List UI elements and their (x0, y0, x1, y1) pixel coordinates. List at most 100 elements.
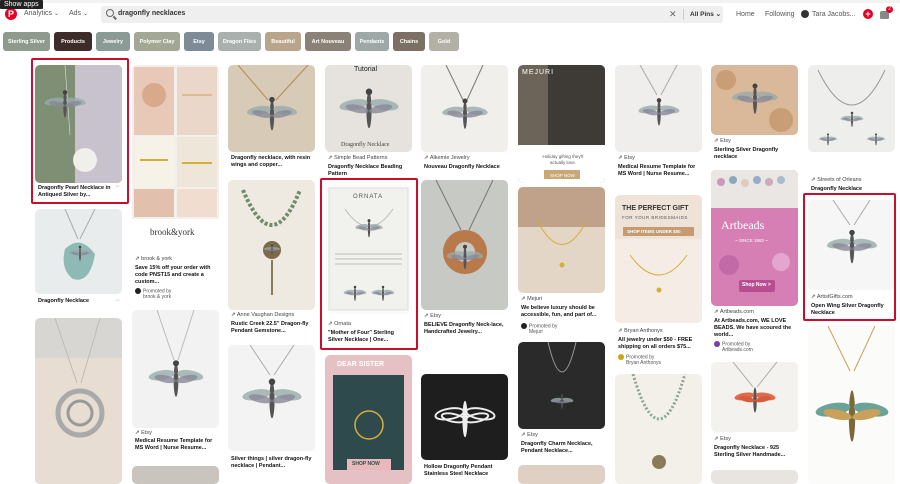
pin-title[interactable]: Sterling Silver Dragonfly necklace (714, 147, 796, 161)
guide-chip[interactable]: Art Nouveau (305, 32, 351, 51)
pin-image[interactable] (518, 342, 605, 429)
pin-image[interactable] (615, 374, 702, 484)
promoter-name[interactable]: brook & york (143, 294, 223, 301)
pin-image[interactable] (615, 65, 702, 152)
pin-source[interactable]: ⇗ Simple Bead Patterns (328, 155, 410, 162)
pin-source[interactable]: ⇗ Etsy (135, 430, 215, 437)
pin-image[interactable] (711, 65, 798, 135)
pin-image[interactable] (711, 362, 798, 432)
pin-image[interactable]: brook&york (132, 65, 219, 250)
pin-image[interactable] (518, 465, 605, 484)
highlight-box (320, 178, 418, 350)
guide-chip[interactable]: Beautiful (265, 32, 301, 51)
guide-chip[interactable]: Products (54, 32, 92, 51)
guide-chip[interactable]: Chains (393, 32, 425, 51)
highlight-box (31, 58, 129, 204)
pin-title[interactable]: Dragonfly Necklace - 925 Sterling Silver… (714, 445, 796, 459)
pin-source[interactable]: ⇗ Etsy (618, 155, 700, 162)
pin-image[interactable] (132, 466, 219, 484)
pin-image[interactable] (808, 326, 895, 484)
pin-title[interactable]: Rustic Creek 22.5" Dragon-fly Pendant Ge… (231, 321, 313, 335)
pin-title[interactable]: BELIEVE Dragonfly Neck-lace, Handcrafted… (424, 322, 506, 336)
pin-title[interactable]: Dragonfly Necklace Beading Pattern (328, 164, 410, 178)
pin-image[interactable] (711, 470, 798, 484)
pin-image[interactable] (228, 345, 315, 451)
pin-title[interactable]: Dragonfly Necklace (38, 298, 118, 305)
pin-title[interactable]: All jewelry under $50 - FREE shipping on… (618, 337, 700, 351)
analytics-menu[interactable]: Analytics ⌄ (24, 10, 59, 17)
pinterest-logo-icon[interactable]: P (5, 8, 17, 20)
pin-image[interactable] (421, 374, 508, 460)
pin-image[interactable]: Artbeads ~ SINCE 1993 ~ Shop Now > (711, 170, 798, 306)
search-bar[interactable]: dragonfly necklaces ✕ All Pins ⌄ (101, 6, 723, 23)
avatar (135, 288, 141, 294)
pin-title[interactable]: Hollow Dragonfly Pendant Stainless Steel… (424, 464, 506, 478)
pin-title[interactable]: Dragonfly necklace, with resin wings and… (231, 155, 313, 169)
guide-chip[interactable]: Polymer Clay (134, 32, 180, 51)
pin-title[interactable]: Medical Resume Template for MS Word | Nu… (135, 438, 217, 452)
pin-source[interactable]: ⇗ Etsy (714, 138, 796, 145)
pin-title[interactable]: We believe luxury should be accessible, … (521, 305, 603, 319)
charm-necklace-icon (518, 342, 605, 429)
pin-source[interactable]: ⇗ Etsy (521, 432, 603, 439)
promoter-name[interactable]: Artbeads.com (722, 347, 802, 354)
guide-chip[interactable]: Sterling Silver (3, 32, 50, 51)
pin-source[interactable]: ⇗ Alkemie Jewelry (424, 155, 506, 162)
promoter-name[interactable]: Mejuri (529, 329, 609, 336)
pin-source-label: Simple Bead Patterns (334, 155, 388, 161)
pin-image[interactable] (228, 65, 315, 152)
pin-image[interactable] (132, 310, 219, 428)
guide-chip[interactable]: Gold (429, 32, 459, 51)
pin-source[interactable]: ⇗ Streets of Orleans (811, 177, 893, 184)
pin-image[interactable]: DEAR SISTER SHOP NOW (325, 355, 412, 484)
guide-chip[interactable]: Etsy (184, 32, 214, 51)
pin-image[interactable] (421, 65, 508, 152)
pin-image[interactable] (35, 209, 122, 294)
dragonfly-icon (325, 65, 412, 152)
avatar (714, 341, 720, 347)
pin-image[interactable] (228, 180, 315, 310)
pin-source-label: Mejuri (527, 296, 543, 302)
search-divider (683, 9, 684, 20)
pin-image[interactable] (808, 65, 895, 152)
pin-title[interactable]: Dragonfly Charm Necklace, Pendant Neckla… (521, 441, 603, 455)
promoter-name[interactable]: Bryan Anthonys (626, 360, 706, 367)
pin-source[interactable]: ⇗ Mejuri (521, 296, 603, 303)
image-button-text: SHOP ITEMS UNDER $50 (627, 229, 681, 234)
pin-title[interactable]: Save 15% off your order with code PNST15… (135, 265, 217, 286)
guide-chip[interactable]: Pendants (355, 32, 389, 51)
pin-title[interactable]: At Artbeads.com, WE LOVE BEADS. We have … (714, 318, 796, 339)
ads-menu[interactable]: Ads ⌄ (69, 10, 88, 17)
pin-title[interactable]: Medical Resume Template for MS Word | Nu… (618, 164, 700, 178)
image-button-text: SHOP NOW (352, 461, 380, 467)
pin-title[interactable]: Nouveau Dragonfly Necklace (424, 164, 506, 171)
guide-chip[interactable]: Dragon Flies (218, 32, 261, 51)
all-pins-filter[interactable]: All Pins ⌄ (690, 10, 721, 18)
home-link[interactable]: Home (736, 11, 755, 18)
dragonfly-icon (808, 326, 895, 484)
guide-chip[interactable]: Jewelry (96, 32, 130, 51)
pin-image[interactable] (518, 187, 605, 293)
pin-title[interactable]: Dragonfly Necklace (811, 186, 893, 193)
pin-image[interactable] (421, 180, 508, 310)
pin-source[interactable]: ⇗ Etsy (424, 313, 506, 320)
pin-image[interactable]: MEJURI Holiday gifting they'll actually … (518, 65, 605, 183)
pin-source[interactable]: ⇗ brook & york (135, 256, 215, 263)
pin-source[interactable]: ⇗ Anne Vaughan Designs (231, 312, 313, 319)
search-input[interactable]: dragonfly necklaces (118, 10, 185, 17)
pin-source-label: Artbeads.com (719, 309, 754, 315)
pin-image[interactable]: Tutorial Dragonfly Necklace (325, 65, 412, 152)
clear-icon[interactable]: ✕ (669, 9, 677, 20)
user-name[interactable]: Tara Jacobs... (812, 11, 856, 18)
pin-source[interactable]: ⇗ Etsy (714, 436, 796, 443)
beaded-pendant-icon (228, 180, 315, 310)
pin-source[interactable]: ⇗ Bryan Anthonys (618, 328, 700, 335)
following-link[interactable]: Following (765, 11, 795, 18)
pin-title[interactable]: Silver things | silver dragon-fly neckla… (231, 456, 313, 470)
plus-icon[interactable]: + (863, 9, 873, 19)
more-icon[interactable]: ··· (115, 297, 120, 304)
avatar[interactable] (801, 10, 809, 18)
pin-image[interactable] (35, 318, 122, 484)
pin-image[interactable]: THE PERFECT GIFT FOR YOUR BRIDESMAIDS SH… (615, 195, 702, 323)
pin-source[interactable]: ⇗ Artbeads.com (714, 309, 796, 316)
